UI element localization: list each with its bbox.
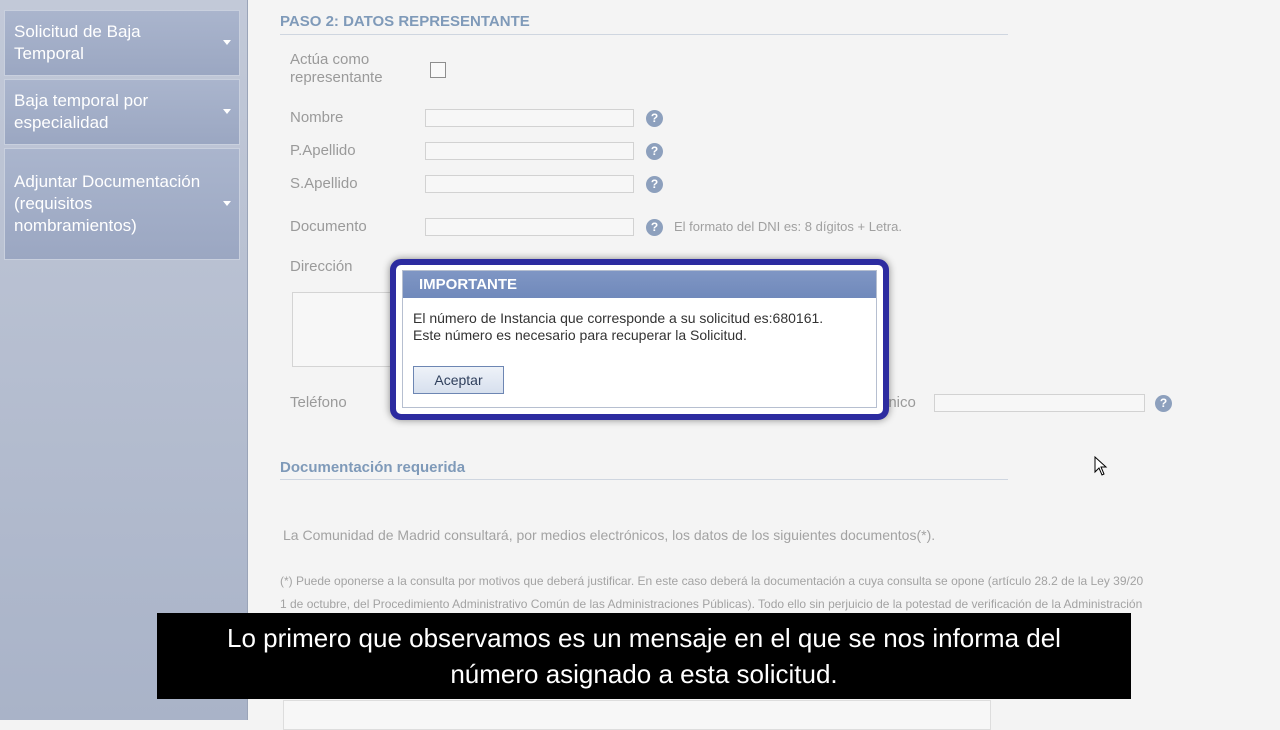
direccion-textarea[interactable] (292, 292, 402, 367)
subtitle-line1: Lo primero que observamos es un mensaje … (227, 623, 1061, 653)
section-divider (280, 479, 1008, 480)
telefono-label: Teléfono (290, 394, 347, 411)
s-apellido-field[interactable] (425, 175, 634, 193)
dialog-message-line2: Este número es necesario para recuperar … (413, 327, 747, 343)
p-apellido-label: P.Apellido (290, 142, 356, 159)
documentation-note-line2: 1 de octubre, del Procedimiento Administ… (280, 597, 1143, 611)
help-icon[interactable]: ? (646, 219, 663, 236)
importante-dialog: IMPORTANTE El número de Instancia que co… (390, 259, 889, 420)
mouse-cursor-icon (1094, 456, 1108, 476)
sidebar-item-label: Solicitud de Baja Temporal (14, 22, 141, 63)
dni-format-hint: El formato del DNI es: 8 dígitos + Letra… (674, 219, 902, 234)
dialog-message: El número de Instancia que corresponde a… (403, 298, 876, 344)
sidebar-item-label: Adjuntar Documentación (requisitos nombr… (14, 172, 201, 235)
video-subtitle: Lo primero que observamos es un mensaje … (157, 613, 1131, 699)
help-icon[interactable]: ? (646, 176, 663, 193)
sidebar-item-adjuntar-documentacion[interactable]: Adjuntar Documentación (requisitos nombr… (4, 148, 240, 260)
dialog-title: IMPORTANTE (403, 271, 876, 298)
acts-as-rep-label: Actúa como representante (290, 51, 383, 86)
dialog-message-line1: El número de Instancia que corresponde a… (413, 310, 824, 326)
chevron-down-icon (223, 201, 231, 206)
chevron-down-icon (223, 40, 231, 45)
documentation-intro: La Comunidad de Madrid consultará, por m… (283, 527, 936, 543)
documento-label: Documento (290, 218, 367, 235)
section-divider (280, 34, 1008, 35)
step-title: PASO 2: DATOS REPRESENTANTE (280, 13, 530, 30)
nombre-field[interactable] (425, 109, 634, 127)
email-field[interactable] (934, 394, 1145, 412)
accept-button[interactable]: Aceptar (413, 366, 504, 394)
chevron-down-icon (223, 109, 231, 114)
help-icon[interactable]: ? (646, 110, 663, 127)
acts-as-rep-checkbox[interactable] (430, 62, 446, 78)
p-apellido-field[interactable] (425, 142, 634, 160)
sidebar: Solicitud de Baja Temporal Baja temporal… (0, 0, 248, 720)
sidebar-item-baja-especialidad[interactable]: Baja temporal por especialidad (4, 79, 240, 145)
help-icon[interactable]: ? (1155, 395, 1172, 412)
subtitle-line2: número asignado a esta solicitud. (450, 659, 838, 689)
dialog-panel: IMPORTANTE El número de Instancia que co… (402, 270, 877, 408)
documento-field[interactable] (425, 218, 634, 236)
s-apellido-label: S.Apellido (290, 175, 358, 192)
sidebar-item-baja-temporal[interactable]: Solicitud de Baja Temporal (4, 10, 240, 76)
direccion-label: Dirección (290, 258, 353, 275)
sidebar-item-label: Baja temporal por especialidad (14, 91, 149, 132)
documentation-note-line1: (*) Puede oponerse a la consulta por mot… (280, 574, 1144, 588)
documentation-title: Documentación requerida (280, 459, 466, 476)
nombre-label: Nombre (290, 109, 344, 126)
documents-list-box[interactable] (283, 700, 991, 730)
help-icon[interactable]: ? (646, 143, 663, 160)
